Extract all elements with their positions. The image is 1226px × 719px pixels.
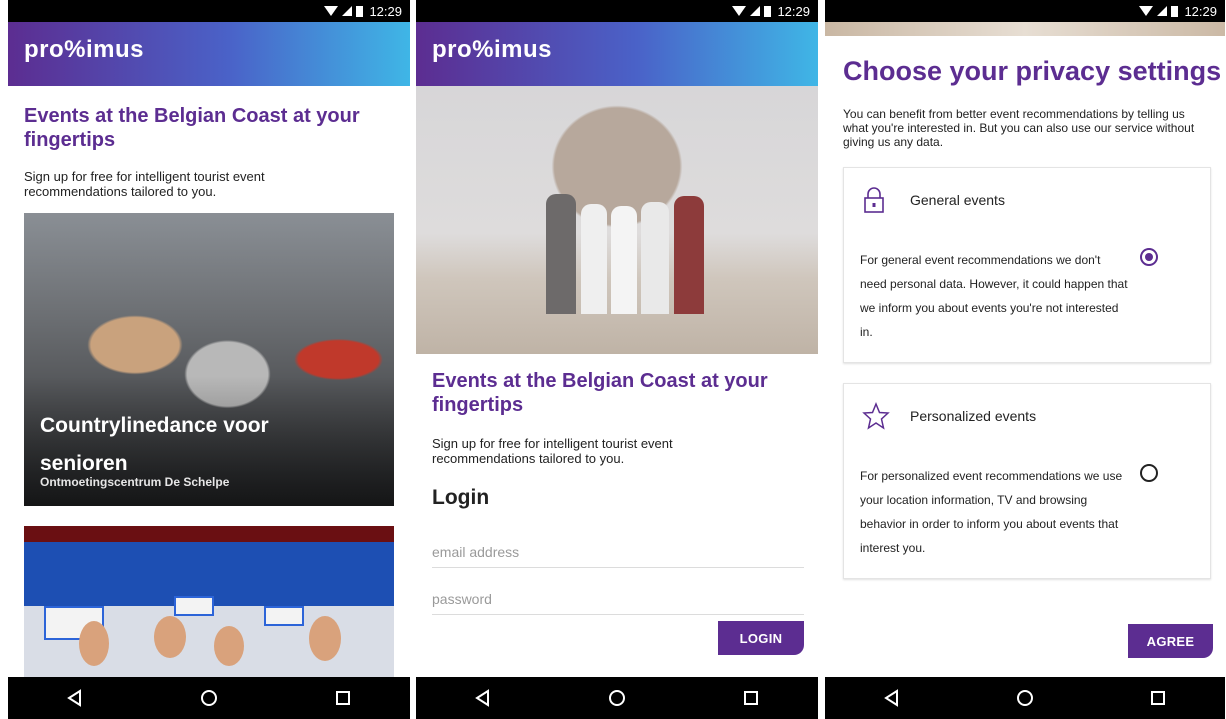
- back-icon[interactable]: [883, 689, 901, 707]
- person-image: [154, 616, 186, 658]
- page-title: Events at the Belgian Coast at your fing…: [432, 370, 768, 416]
- page-subtitle: Sign up for free for intelligent tourist…: [432, 436, 673, 466]
- battery-icon: [764, 5, 772, 17]
- status-time: 12:29: [369, 3, 402, 19]
- wifi-icon: [732, 6, 747, 16]
- back-icon[interactable]: [474, 689, 492, 707]
- password-field[interactable]: [432, 583, 804, 615]
- person-image: [79, 621, 109, 666]
- header-image-strip: [825, 22, 1225, 36]
- set-screen-decoration: [174, 596, 214, 616]
- option-card-general[interactable]: General events For general event recomme…: [843, 167, 1211, 363]
- phone-screen-login: 12:29 pro%imus Events at the Belgian Coa…: [416, 0, 818, 719]
- page-title: Choose your privacy settings: [843, 56, 1222, 86]
- lock-icon: [864, 187, 884, 213]
- agree-button[interactable]: AGREE: [1128, 624, 1213, 658]
- status-time: 12:29: [1184, 3, 1217, 19]
- radio-general-events[interactable]: [1140, 248, 1158, 266]
- phone-screen-events: 12:29 pro%imus Events at the Belgian Coa…: [8, 0, 410, 719]
- proximus-logo: pro%imus: [432, 36, 553, 63]
- battery-icon: [356, 5, 364, 17]
- event-card-title: Countrylinedance voor senioren: [40, 414, 269, 475]
- radio-personalized-events[interactable]: [1140, 464, 1158, 482]
- login-button[interactable]: LOGIN: [718, 621, 804, 655]
- home-icon[interactable]: [200, 689, 218, 707]
- option-name: General events: [910, 192, 1005, 208]
- privacy-intro: You can benefit from better event recomm…: [843, 107, 1195, 149]
- status-bar: 12:29: [825, 0, 1225, 22]
- home-icon[interactable]: [608, 689, 626, 707]
- person-image: [214, 626, 244, 666]
- proximus-logo: pro%imus: [24, 36, 145, 63]
- event-card[interactable]: Countrylinedance voor senioren Ontmoetin…: [24, 213, 394, 506]
- star-icon: [862, 402, 890, 430]
- system-nav-bar: [8, 677, 410, 719]
- recents-icon[interactable]: [742, 689, 760, 707]
- status-bar: 12:29: [416, 0, 818, 22]
- event-card-2[interactable]: [24, 526, 394, 677]
- event-card-venue: Ontmoetingscentrum De Schelpe: [40, 475, 230, 489]
- app-bar: pro%imus: [416, 22, 818, 86]
- option-description: For general event recommendations we don…: [860, 253, 1128, 339]
- status-time: 12:29: [777, 3, 810, 19]
- wifi-icon: [324, 6, 339, 16]
- person-image: [309, 616, 341, 661]
- home-icon[interactable]: [1016, 689, 1034, 707]
- set-screen-decoration: [264, 606, 304, 626]
- status-bar: 12:29: [8, 0, 410, 22]
- battery-icon: [1171, 5, 1179, 17]
- recents-icon[interactable]: [334, 689, 352, 707]
- login-heading: Login: [432, 486, 490, 509]
- cell-signal-icon: [750, 6, 761, 16]
- system-nav-bar: [825, 677, 1225, 719]
- option-card-personalized[interactable]: Personalized events For personalized eve…: [843, 383, 1211, 579]
- option-name: Personalized events: [910, 408, 1037, 424]
- app-bar: pro%imus: [8, 22, 410, 86]
- recents-icon[interactable]: [1149, 689, 1167, 707]
- option-description: For personalized event recommendations w…: [860, 469, 1123, 555]
- phone-screen-privacy: 12:29 Choose your privacy settings You c…: [825, 0, 1225, 719]
- wifi-icon: [1139, 6, 1154, 16]
- hero-image: [416, 86, 818, 354]
- back-icon[interactable]: [66, 689, 84, 707]
- cell-signal-icon: [1157, 6, 1168, 16]
- cell-signal-icon: [342, 6, 353, 16]
- system-nav-bar: [416, 677, 818, 719]
- page-subtitle: Sign up for free for intelligent tourist…: [24, 169, 265, 199]
- email-field[interactable]: [432, 536, 804, 568]
- page-title: Events at the Belgian Coast at your fing…: [24, 105, 360, 151]
